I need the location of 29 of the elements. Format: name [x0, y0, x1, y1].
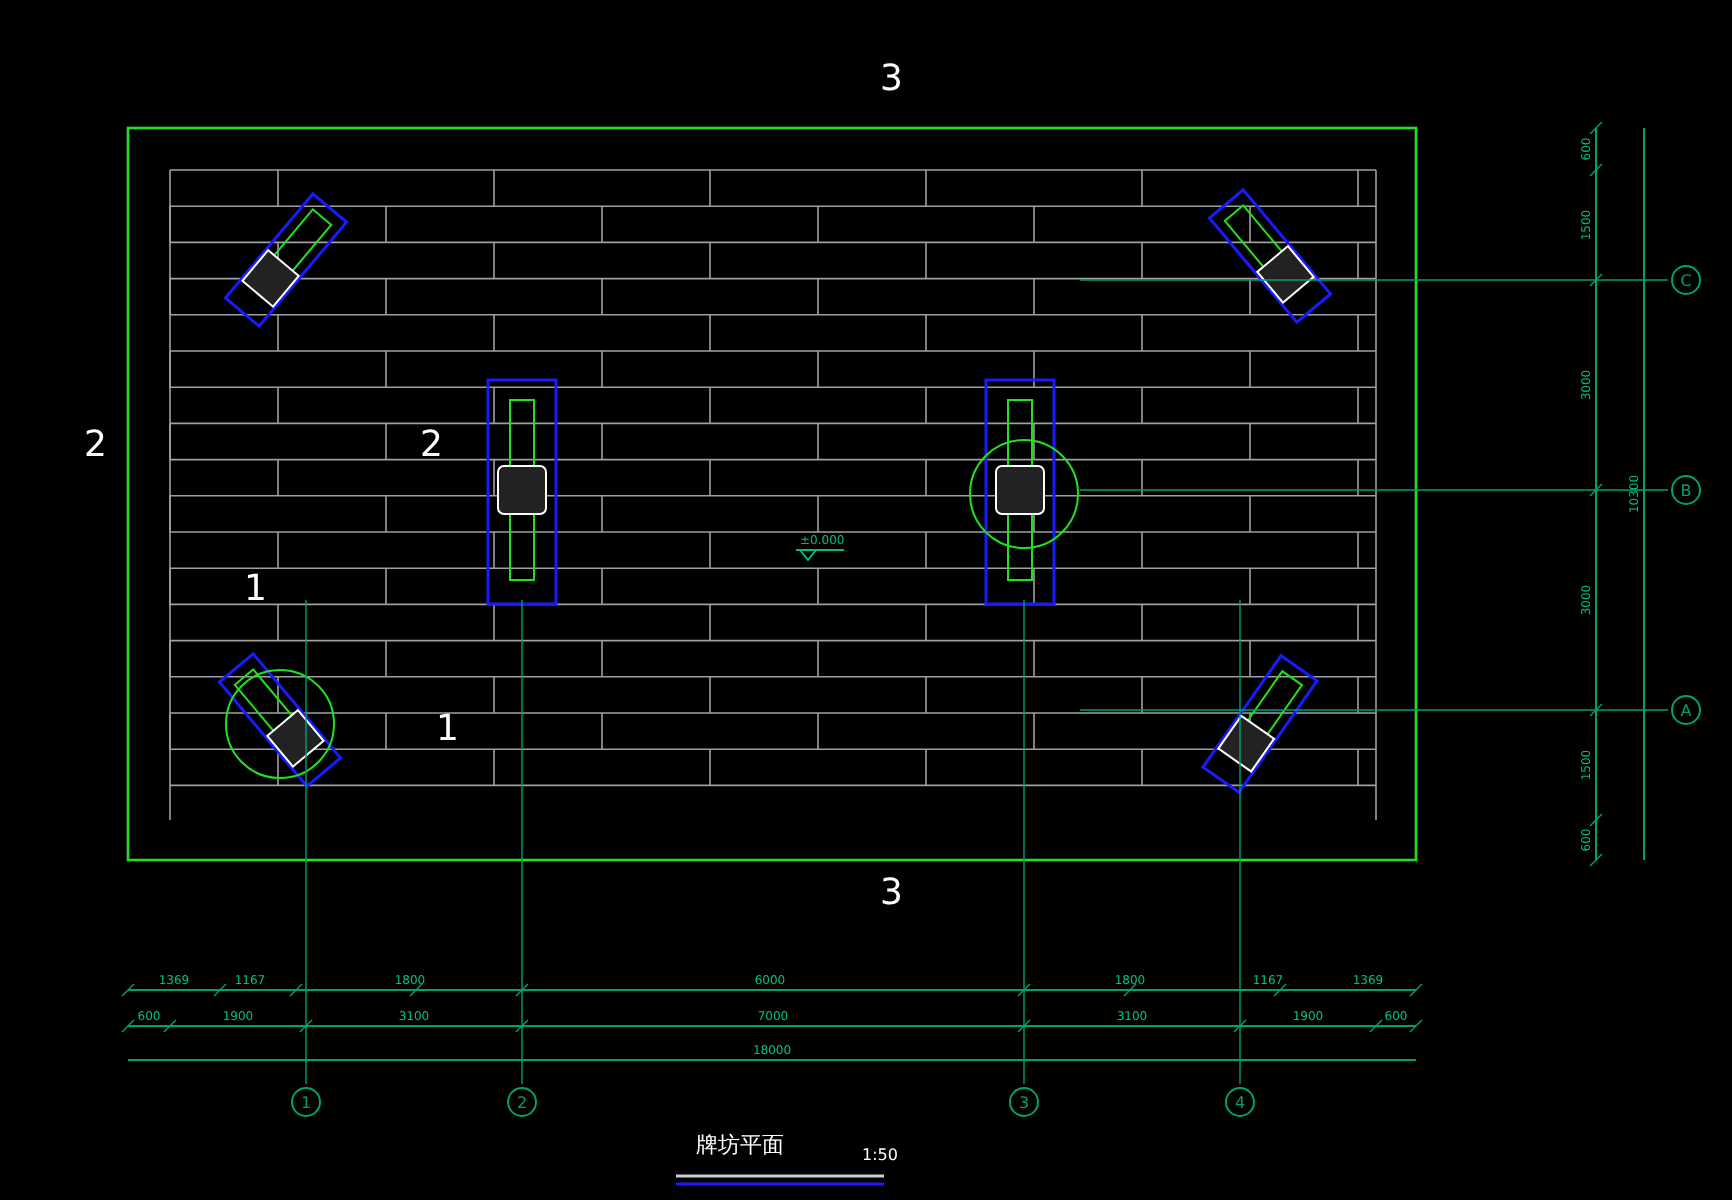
- drawing-title: 牌坊平面: [696, 1132, 784, 1158]
- axis-label: B: [1680, 482, 1692, 500]
- elevation-marker-icon: [795, 549, 845, 562]
- section-mark: 2: [84, 424, 107, 466]
- column-outline-circle: [225, 669, 335, 779]
- axis-bubble: [1671, 695, 1701, 725]
- axis-bubble: [1671, 265, 1701, 295]
- section-mark: 3: [880, 58, 903, 100]
- pier-drawing: [1200, 653, 1320, 795]
- pier-drawing: [217, 651, 343, 789]
- section-mark: 2: [420, 424, 443, 466]
- axis-bubble: [1009, 1087, 1039, 1117]
- axis-label: 3: [1018, 1094, 1030, 1112]
- axis-label: 2: [516, 1094, 528, 1112]
- axis-label: C: [1680, 272, 1692, 290]
- axis-bubble: [507, 1087, 537, 1117]
- drawing-scale: 1:50: [862, 1146, 898, 1164]
- axis-label: 1: [300, 1094, 312, 1112]
- column-outline-circle: [969, 439, 1079, 549]
- axis-bubble: [1671, 475, 1701, 505]
- axis-bubble: [1225, 1087, 1255, 1117]
- section-mark: 3: [880, 872, 903, 914]
- pier-drawing: [223, 191, 349, 329]
- axis-bubble: [291, 1087, 321, 1117]
- axis-label: A: [1680, 702, 1692, 720]
- pier-drawing: [1207, 187, 1333, 325]
- section-mark: 1: [244, 568, 267, 610]
- section-mark: 1: [436, 708, 459, 750]
- axis-label: 4: [1234, 1094, 1246, 1112]
